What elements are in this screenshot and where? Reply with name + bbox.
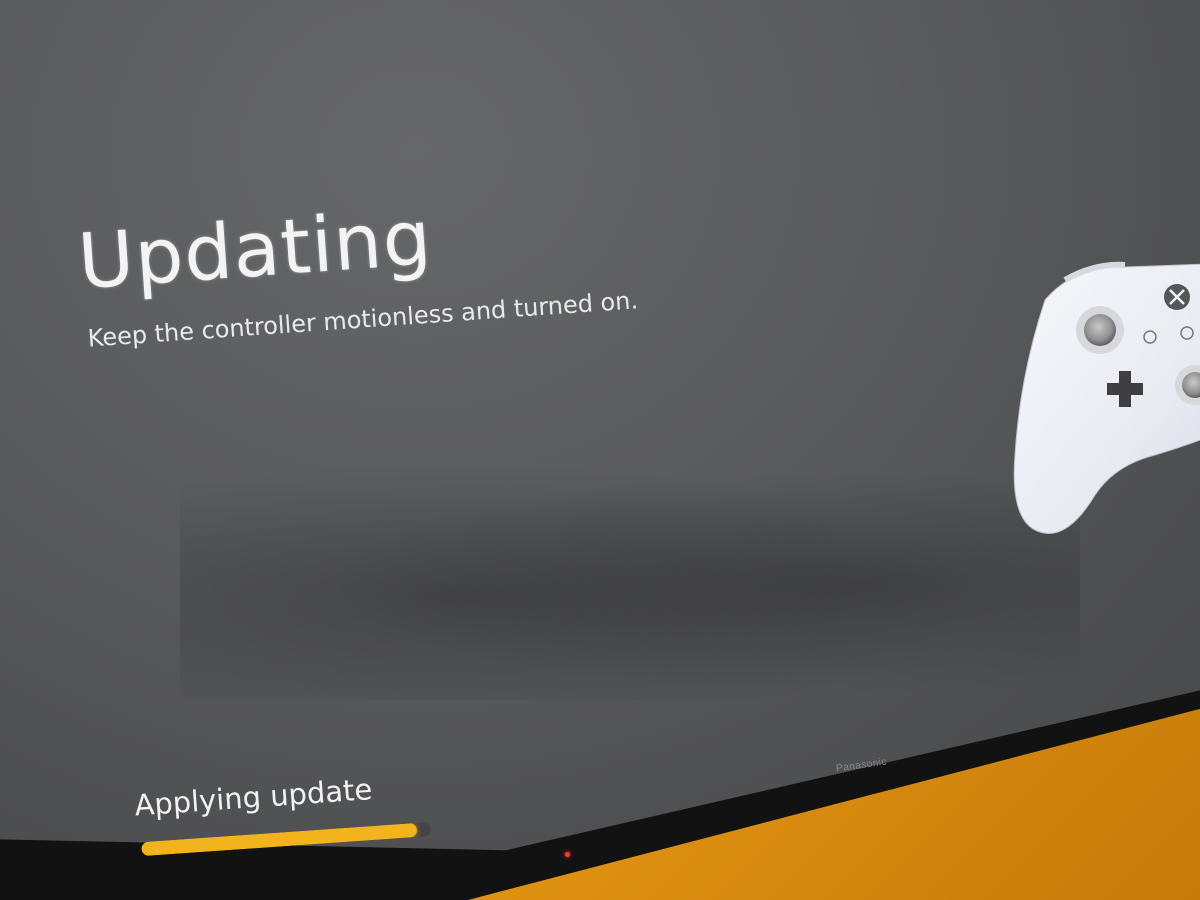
progress-fill xyxy=(141,822,417,857)
page-title: Updating xyxy=(75,192,435,307)
status-label: Applying update xyxy=(133,772,374,823)
progress-bar xyxy=(141,821,432,857)
tv-power-led xyxy=(565,852,570,857)
photo-scene: Updating Keep the controller motionless … xyxy=(0,0,1200,900)
xbox-controller-icon xyxy=(1013,261,1200,534)
